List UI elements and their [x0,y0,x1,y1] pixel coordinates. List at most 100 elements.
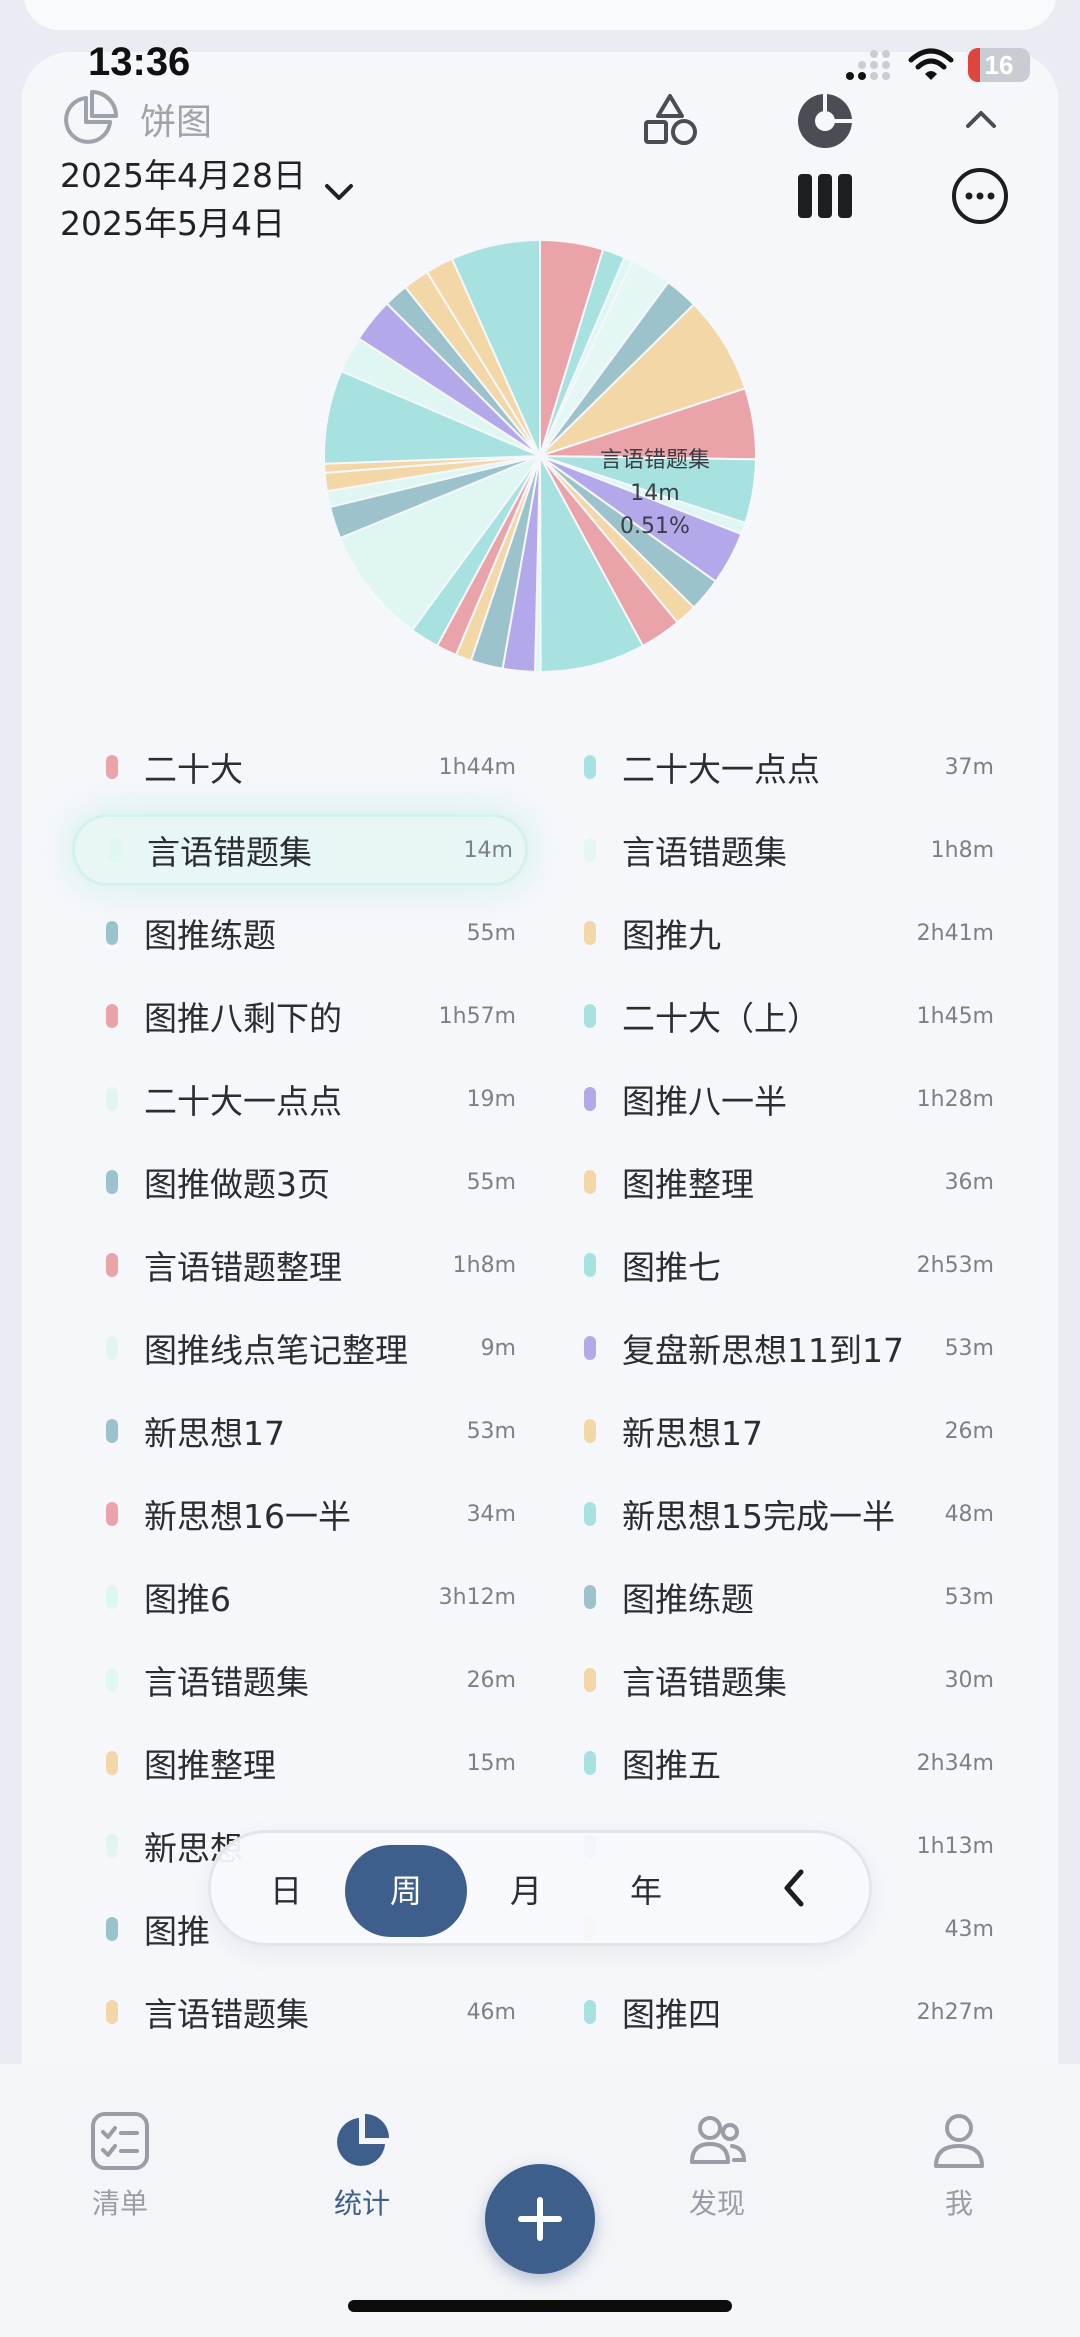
legend-color-dot [106,755,118,779]
legend-item[interactable]: 二十大（上） 1h45m [574,983,1006,1049]
range-week-button[interactable]: 周 [345,1845,467,1937]
legend-row: 言语错题集 46m 图推四 2h27m [96,1979,1012,2062]
legend-color-dot [106,1502,118,1526]
pie-chart-icon [64,90,118,144]
legend-item-duration: 34m [466,1501,516,1527]
donut-chart-icon[interactable] [796,92,854,150]
legend-item[interactable]: 新思想16一半 34m [96,1481,528,1547]
legend-item[interactable]: 图推七 2h53m [574,1232,1006,1298]
legend-row: 言语错题集 26m 言语错题集 30m [96,1647,1012,1730]
legend-item-name: 复盘新思想11到17 [622,1331,904,1370]
legend-item[interactable]: 言语错题集 14m [72,814,528,886]
home-indicator [348,2300,732,2312]
bar-chart-icon[interactable] [796,172,854,220]
range-selector: 日 周 月 年 [208,1830,872,1946]
legend-color-dot [584,1004,596,1028]
legend-item-duration: 14m [463,837,513,863]
legend-item[interactable]: 言语错题集 30m [574,1647,1006,1713]
legend-item-duration: 26m [944,1418,994,1444]
legend-item-name: 图推练题 [144,916,276,955]
legend-item[interactable]: 图推做题3页 55m [96,1149,528,1215]
legend-item-duration: 26m [466,1667,516,1693]
range-day-button[interactable]: 日 [225,1845,347,1937]
legend-item-duration: 2h27m [916,1999,994,2025]
legend-item[interactable]: 图推练题 55m [96,900,528,966]
tab-stats[interactable]: 统计 [282,2110,442,2222]
battery-indicator: 16 [968,48,1030,82]
legend-row: 图推整理 15m 图推五 2h34m [96,1730,1012,1813]
chevron-down-icon[interactable] [322,180,356,204]
legend-item[interactable]: 新思想15完成一半 48m [574,1481,1006,1547]
legend-item[interactable]: 图推五 2h34m [574,1730,1006,1796]
wifi-icon [908,48,954,80]
legend-item[interactable]: 图推6 3h12m [96,1564,528,1630]
legend-item[interactable]: 图推八剩下的 1h57m [96,983,528,1049]
status-time: 13:36 [88,40,191,84]
legend-item-duration: 1h8m [452,1252,516,1278]
date-range[interactable]: 2025年4月28日 2025年5月4日 [60,152,306,248]
legend-item[interactable]: 图推整理 15m [96,1730,528,1796]
legend-row: 图推线点笔记整理 9m 复盘新思想11到17 53m [96,1315,1012,1398]
tab-me-label: 我 [944,2187,973,2220]
tab-bar: 清单 统计 发现 我 [0,2064,1080,2337]
legend-item[interactable]: 二十大一点点 37m [574,734,1006,800]
legend-item[interactable]: 言语错题集 46m [96,1979,528,2045]
shapes-icon[interactable] [640,92,700,148]
legend-color-dot [106,1087,118,1111]
legend-item-duration: 36m [944,1169,994,1195]
people-icon [690,2116,747,2164]
legend-item[interactable]: 新思想17 53m [96,1398,528,1464]
tab-me[interactable]: 我 [879,2110,1039,2222]
legend-item[interactable]: 言语错题整理 1h8m [96,1232,528,1298]
legend-item[interactable]: 图推九 2h41m [574,900,1006,966]
legend-color-dot [584,1585,596,1609]
range-month-button[interactable]: 月 [465,1845,587,1937]
legend-row: 言语错题集 14m 言语错题集 1h8m [72,814,1012,900]
chevron-up-icon[interactable] [962,106,1000,132]
legend-color-dot [106,1668,118,1692]
legend-color-dot [584,1419,596,1443]
cellular-signal-icon [846,50,890,80]
more-icon[interactable] [950,166,1010,226]
legend-item[interactable]: 二十大 1h44m [96,734,528,800]
tab-discover[interactable]: 发现 [637,2110,797,2222]
legend-item-name: 图推四 [622,1995,721,2034]
legend-item[interactable]: 言语错题集 26m [96,1647,528,1713]
legend-item[interactable]: 图推八一半 1h28m [574,1066,1006,1132]
legend-item-duration: 53m [944,1584,994,1610]
chart-type-title[interactable]: 饼图 [58,88,212,150]
add-button[interactable] [485,2164,595,2274]
legend-item-duration: 30m [944,1667,994,1693]
legend-row: 二十大 1h44m 二十大一点点 37m [96,734,1012,817]
legend-item-duration: 55m [466,1169,516,1195]
legend-item[interactable]: 图推四 2h27m [574,1979,1006,2045]
legend-item[interactable]: 图推整理 36m [574,1149,1006,1215]
legend-color-dot [109,838,121,862]
legend-row: 图推练题 55m 图推九 2h41m [96,900,1012,983]
legend-color-dot [106,1751,118,1775]
legend-item-duration: 19m [466,1086,516,1112]
legend-item[interactable]: 言语错题集 1h8m [574,817,1006,883]
tab-list[interactable]: 清单 [40,2110,200,2222]
legend-item-name: 图推6 [144,1580,231,1619]
battery-level: 16 [984,50,1014,80]
legend-item[interactable]: 图推练题 53m [574,1564,1006,1630]
legend-color-dot [106,1419,118,1443]
legend-color-dot [584,1336,596,1360]
legend-color-dot [106,1834,118,1858]
legend-color-dot [106,1917,118,1941]
chevron-left-icon[interactable] [779,1863,809,1913]
legend-item-duration: 46m [466,1999,516,2025]
legend-item[interactable]: 图推线点笔记整理 9m [96,1315,528,1381]
checklist-icon [91,2112,149,2170]
legend-item-name: 图推线点笔记整理 [144,1331,408,1370]
legend-color-dot [106,1170,118,1194]
plus-icon [518,2197,562,2241]
legend-item[interactable]: 二十大一点点 19m [96,1066,528,1132]
range-year-button[interactable]: 年 [585,1845,707,1937]
legend-item[interactable]: 新思想17 26m [574,1398,1006,1464]
chart-type-label: 饼图 [140,102,213,143]
legend-item-name: 言语错题集 [144,1995,309,2034]
legend-item-name: 图推九 [622,916,721,955]
legend-item[interactable]: 复盘新思想11到17 53m [574,1315,1006,1381]
